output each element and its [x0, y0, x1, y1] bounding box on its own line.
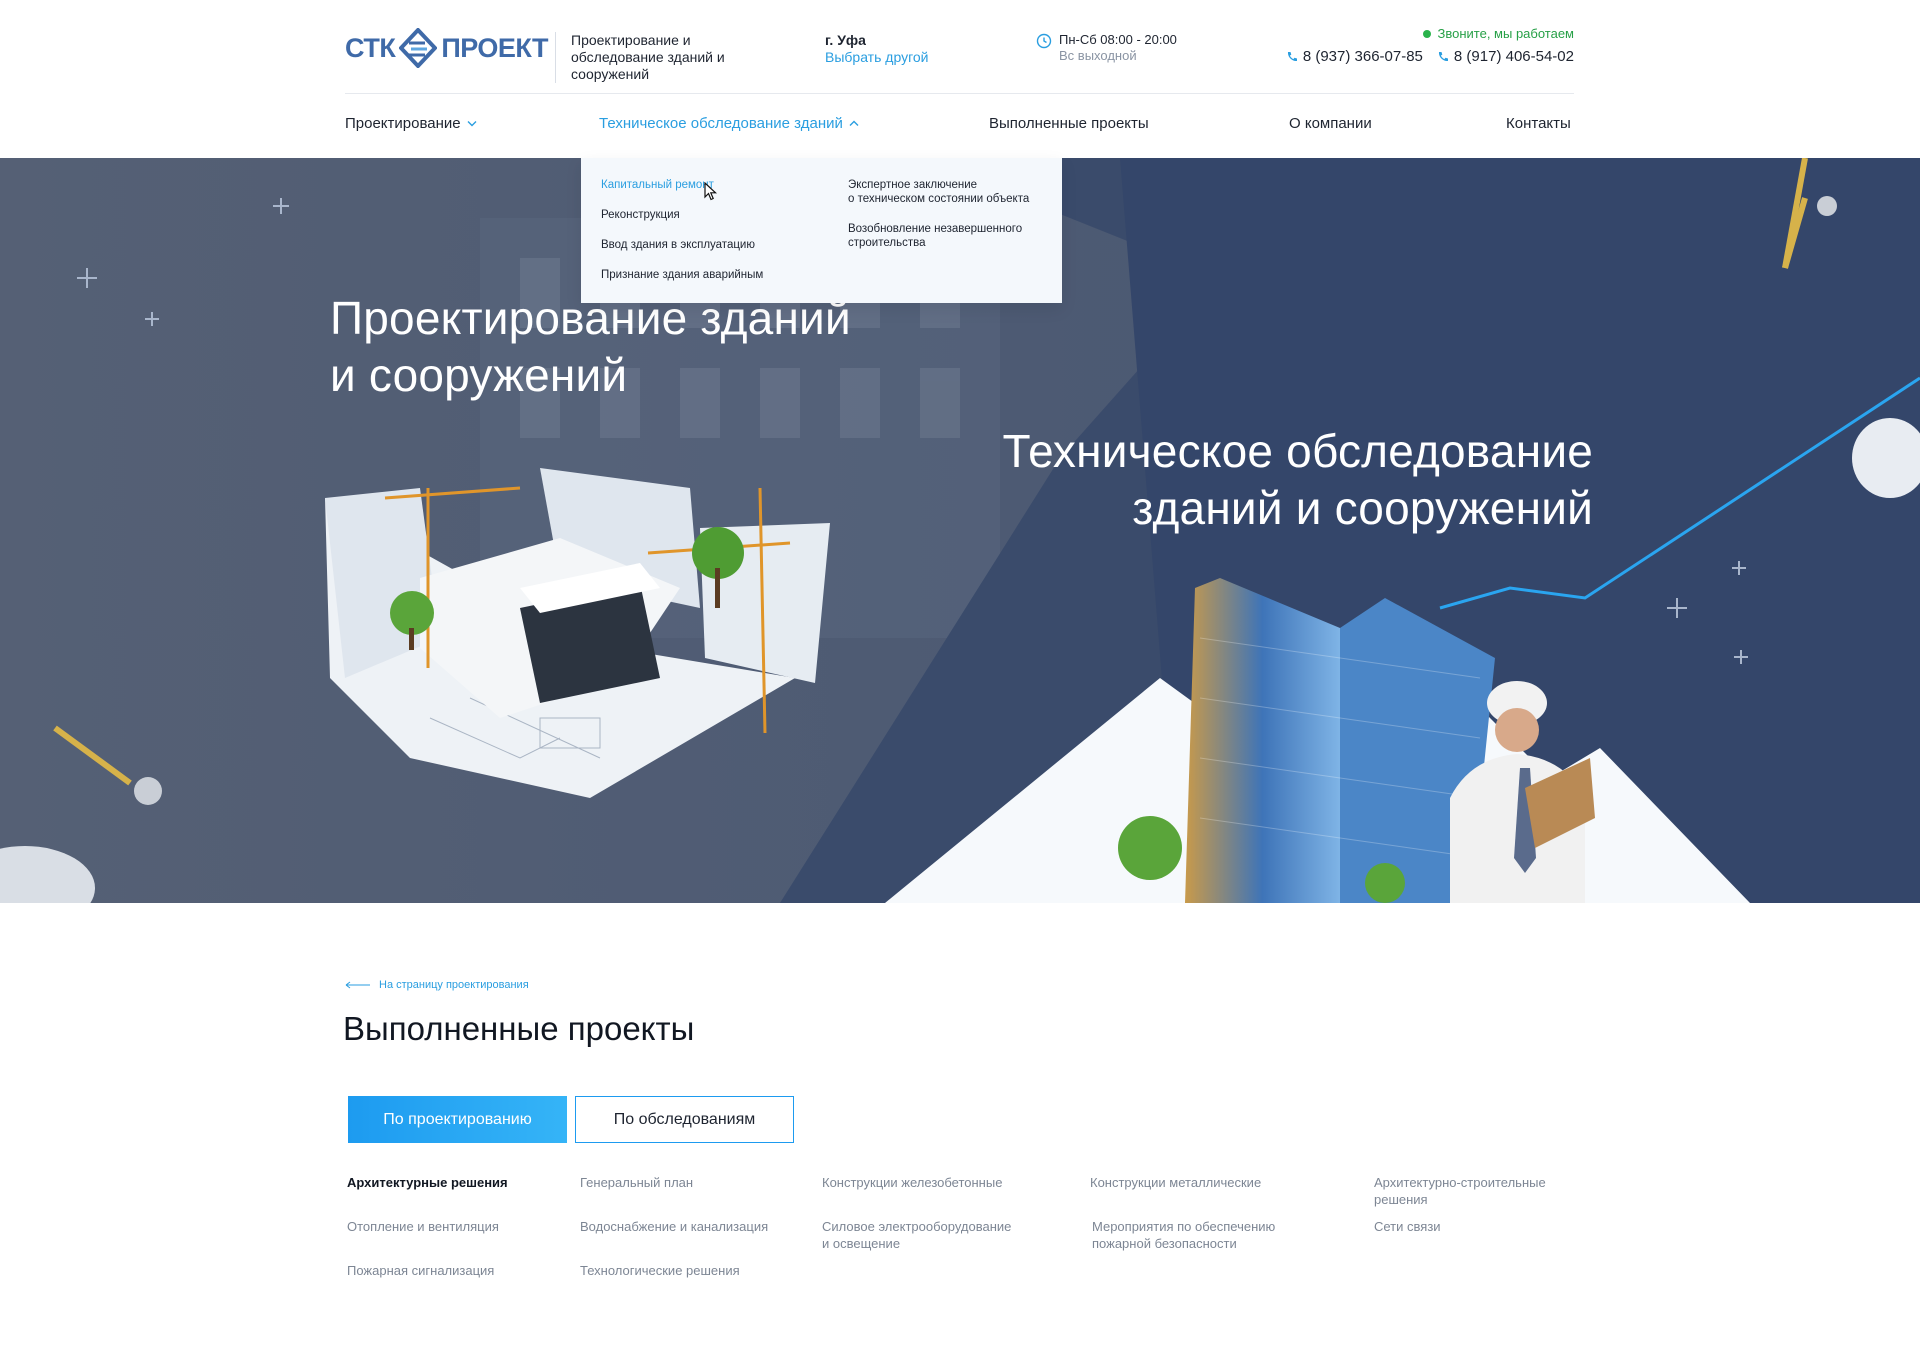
dropdown-column-2: Экспертное заключение о техническом сост… — [848, 178, 1048, 250]
nav-item-inspection[interactable]: Техническое обследование зданий — [599, 115, 859, 132]
main-nav: Проектирование Техническое обследование … — [345, 115, 1574, 135]
phone-number: 8 (937) 366-07-85 — [1302, 48, 1423, 65]
open-status: Звоните, мы работаем — [1422, 26, 1575, 41]
project-tabs: По проектированию По обследованиям — [348, 1096, 794, 1143]
nav-item-contacts[interactable]: Контакты — [1506, 115, 1571, 132]
change-city-link[interactable]: Выбрать другой — [825, 49, 928, 66]
nav-label: Контакты — [1506, 115, 1571, 132]
section-title: Выполненные проекты — [343, 1010, 695, 1047]
dropdown-item-capital-repair[interactable]: Капитальный ремонт — [601, 178, 763, 192]
category-item[interactable]: Отопление и вентиляция — [347, 1218, 499, 1235]
nav-label: Техническое обследование зданий — [599, 115, 843, 132]
tagline: Проектирование и обследование зданий и с… — [555, 32, 785, 83]
status-dot-icon — [1422, 29, 1431, 38]
category-item[interactable]: Архитектурные решения — [347, 1174, 508, 1191]
header-divider — [345, 93, 1574, 94]
tab-design[interactable]: По проектированию — [348, 1096, 567, 1143]
nav-label: Выполненные проекты — [989, 115, 1149, 132]
dropdown-item-resume-construction[interactable]: Возобновление незавершенного строительст… — [848, 222, 1048, 250]
hours-sunday: Вс выходной — [1059, 48, 1137, 63]
logo-text-right: ПРОЕКТ — [441, 32, 549, 63]
open-status-text: Звоните, мы работаем — [1437, 26, 1575, 41]
mouse-cursor-icon — [704, 182, 718, 201]
phone-icon — [1287, 51, 1297, 61]
dropdown-item-commissioning[interactable]: Ввод здания в эксплуатацию — [601, 238, 763, 252]
category-item[interactable]: Мероприятия по обеспечению пожарной безо… — [1092, 1218, 1275, 1252]
dropdown-column-1: Капитальный ремонт Реконструкция Ввод зд… — [601, 178, 763, 282]
site-header: СТК ПРОЕКТ Проектирование и обследование… — [0, 0, 1920, 158]
working-hours: Пн-Сб 08:00 - 20:00 Вс выходной — [1036, 32, 1177, 64]
nav-item-projects[interactable]: Выполненные проекты — [989, 115, 1149, 132]
logo-mark-icon — [399, 28, 438, 68]
category-item[interactable]: Силовое электрооборудование и освещение — [822, 1218, 1011, 1252]
category-item[interactable]: Сети связи — [1374, 1218, 1441, 1235]
dropdown-item-expert-opinion[interactable]: Экспертное заключение о техническом сост… — [848, 178, 1048, 206]
nav-item-design[interactable]: Проектирование — [345, 115, 477, 132]
category-item[interactable]: Генеральный план — [580, 1174, 693, 1191]
nav-label: Проектирование — [345, 115, 461, 132]
tab-inspection[interactable]: По обследованиям — [575, 1096, 794, 1143]
category-item[interactable]: Архитектурно-строительные решения — [1374, 1174, 1546, 1208]
arrow-left-icon — [345, 981, 370, 989]
dropdown-item-reconstruction[interactable]: Реконструкция — [601, 208, 763, 222]
city-name: г. Уфа — [825, 32, 866, 48]
logo[interactable]: СТК ПРОЕКТ — [345, 28, 549, 68]
phone-number: 8 (917) 406-54-02 — [1453, 48, 1574, 65]
clock-icon — [1036, 33, 1052, 49]
nav-item-about[interactable]: О компании — [1289, 115, 1372, 132]
phone-link-2[interactable]: 8 (917) 406-54-02 — [1437, 48, 1574, 65]
category-item[interactable]: Конструкции металлические — [1090, 1174, 1261, 1191]
city-selector: г. Уфа Выбрать другой — [825, 32, 928, 66]
hero-title-inspection: Техническое обследование зданий и сооруж… — [1002, 425, 1593, 534]
phones: 8 (937) 366-07-85 8 (917) 406-54-02 — [1286, 48, 1574, 65]
back-link[interactable]: На страницу проектирования — [345, 979, 529, 991]
hours-weekdays: Пн-Сб 08:00 - 20:00 — [1059, 32, 1177, 47]
dropdown-item-emergency[interactable]: Признание здания аварийным — [601, 268, 763, 282]
hero-title-design: Проектирование зданий и сооружений — [330, 292, 851, 401]
chevron-up-icon — [849, 120, 859, 126]
chevron-down-icon — [467, 121, 477, 127]
phone-link-1[interactable]: 8 (937) 366-07-85 — [1286, 48, 1423, 65]
category-item[interactable]: Технологические решения — [580, 1262, 740, 1279]
inspection-dropdown: Капитальный ремонт Реконструкция Ввод зд… — [581, 158, 1062, 303]
phone-icon — [1438, 51, 1448, 61]
category-item[interactable]: Конструкции железобетонные — [822, 1174, 1002, 1191]
back-link-label: На страницу проектирования — [379, 979, 529, 991]
logo-text-left: СТК — [345, 32, 396, 63]
nav-label: О компании — [1289, 115, 1372, 132]
category-item[interactable]: Пожарная сигнализация — [347, 1262, 494, 1279]
category-item[interactable]: Водоснабжение и канализация — [580, 1218, 768, 1235]
